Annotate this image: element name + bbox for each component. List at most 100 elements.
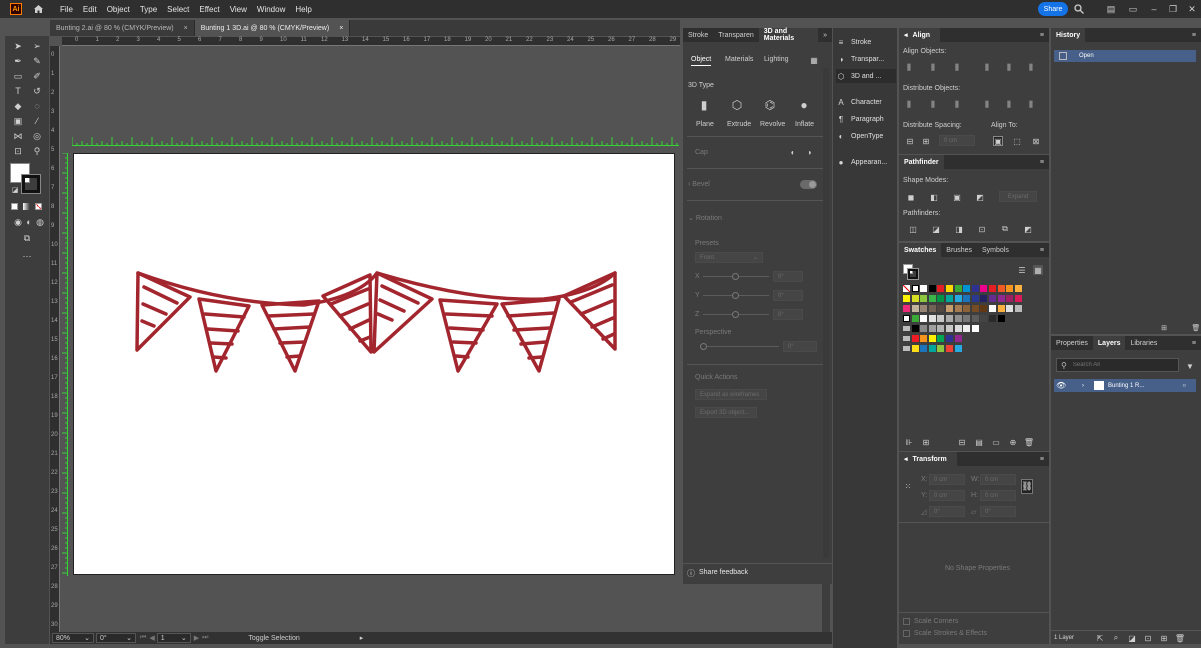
symbol-tool-icon[interactable]: ◎ xyxy=(30,130,44,142)
menu-edit[interactable]: Edit xyxy=(83,5,97,14)
color-swatch[interactable] xyxy=(920,305,928,312)
color-swatch[interactable] xyxy=(911,285,919,292)
color-swatch[interactable] xyxy=(911,325,919,332)
current-tool-status[interactable]: Toggle Selection xyxy=(248,635,299,642)
color-swatch[interactable] xyxy=(989,285,996,292)
bunting-artwork[interactable] xyxy=(74,154,676,576)
merge-icon[interactable]: ◨ xyxy=(954,224,964,234)
scale-corners-checkbox[interactable] xyxy=(903,618,910,625)
color-swatch[interactable] xyxy=(989,305,996,312)
w-field[interactable]: 0 cm xyxy=(980,474,1016,485)
color-swatch[interactable] xyxy=(980,315,988,322)
color-swatch[interactable] xyxy=(946,305,953,312)
color-swatch[interactable] xyxy=(971,295,979,302)
scale-strokes-checkbox[interactable] xyxy=(903,630,910,637)
color-swatch[interactable] xyxy=(1014,305,1022,312)
divide-icon[interactable]: ◫ xyxy=(908,224,918,234)
minus-back-icon[interactable]: ◩ xyxy=(1023,224,1033,234)
minus-front-icon[interactable]: ◧ xyxy=(929,192,939,202)
eyedropper-tool-icon[interactable]: ⁄ xyxy=(30,115,44,127)
color-swatch[interactable] xyxy=(946,285,953,292)
inflate-icon[interactable]: ● xyxy=(799,98,809,112)
y-slider[interactable] xyxy=(703,292,769,299)
layers-search-input[interactable] xyxy=(1072,362,1173,368)
dock-appearance[interactable]: ● Appearan... xyxy=(836,155,896,169)
rotate-field[interactable]: 0° ⌄ xyxy=(96,633,136,643)
color-swatch[interactable] xyxy=(954,345,962,352)
restore-icon[interactable]: ❐ xyxy=(1167,3,1179,15)
artboard-number-field[interactable]: 1 ⌄ xyxy=(156,633,191,643)
dock-paragraph[interactable]: ¶ Paragraph xyxy=(836,112,896,126)
distribute-left-icon[interactable]: ⫼ xyxy=(982,100,992,110)
dock-opentype[interactable]: ◐ OpenType xyxy=(836,129,896,143)
expand-wireframes-button[interactable]: Expand as wireframes xyxy=(695,389,767,400)
color-swatch[interactable] xyxy=(946,315,953,322)
revolve-icon[interactable]: ⌬ xyxy=(765,98,775,112)
color-swatch[interactable] xyxy=(903,305,910,312)
color-swatch[interactable] xyxy=(911,295,919,302)
color-swatch[interactable] xyxy=(928,345,936,352)
blend-tool-icon[interactable]: ⋈ xyxy=(11,130,25,142)
new-color-group-icon[interactable]: ▤ xyxy=(974,437,984,447)
color-swatch[interactable] xyxy=(1006,295,1014,302)
minimize-icon[interactable]: – xyxy=(1148,3,1160,15)
perspective-field[interactable]: 0° xyxy=(783,341,817,352)
color-swatch[interactable] xyxy=(911,315,919,322)
pen-tool-icon[interactable]: ✒ xyxy=(11,55,25,67)
tab-symbols[interactable]: Symbols xyxy=(977,247,1014,254)
menu-file[interactable]: File xyxy=(60,5,73,14)
panel-menu-icon[interactable]: ≡ xyxy=(1187,32,1201,39)
subtab-object[interactable]: Object xyxy=(691,56,712,66)
color-swatch[interactable] xyxy=(911,345,919,352)
dock-character[interactable]: A Character xyxy=(836,95,896,109)
color-swatch[interactable] xyxy=(937,305,945,312)
color-swatch[interactable] xyxy=(1006,285,1014,292)
align-top-icon[interactable]: ⫼ xyxy=(982,63,992,73)
cap-off-icon[interactable]: ◑ xyxy=(804,147,814,157)
distribute-horizontal-space-icon[interactable]: ⊞ xyxy=(921,136,931,146)
grid-view-icon[interactable]: ▦ xyxy=(1033,265,1043,275)
horizontal-ruler[interactable]: 0 1 2 3 4 5 6 7 8 9 10 11 12 13 14 15 16 17 18 19 20 21 22 23 24… xyxy=(62,37,680,46)
expand-button[interactable]: Expand xyxy=(999,191,1037,202)
color-swatch[interactable] xyxy=(971,285,979,292)
trim-icon[interactable]: ◪ xyxy=(931,224,941,234)
delete-state-icon[interactable]: 🗑 xyxy=(1191,323,1201,333)
color-swatch[interactable] xyxy=(963,325,971,332)
zoom-tool-icon[interactable]: ⚲ xyxy=(30,145,44,157)
color-swatch[interactable] xyxy=(911,335,919,342)
color-swatch[interactable] xyxy=(997,285,1005,292)
new-layer-icon[interactable]: ⊞ xyxy=(1159,633,1169,643)
color-swatch[interactable] xyxy=(928,325,936,332)
shear-field[interactable]: 0° xyxy=(980,506,1016,517)
stroke-swatch[interactable] xyxy=(21,174,41,194)
color-swatch[interactable] xyxy=(928,285,936,292)
share-feedback-link[interactable]: Share feedback xyxy=(699,569,748,576)
home-icon[interactable] xyxy=(32,3,44,15)
draw-inside-icon[interactable]: ◍ xyxy=(33,216,47,228)
outline-icon[interactable]: ⧉ xyxy=(1000,224,1010,234)
color-swatch[interactable] xyxy=(920,335,928,342)
color-swatch[interactable] xyxy=(946,325,953,332)
rectangle-tool-icon[interactable]: ▭ xyxy=(11,70,25,82)
selection-tool-icon[interactable]: ➤ xyxy=(11,40,25,52)
list-view-icon[interactable]: ☰ xyxy=(1017,265,1027,275)
tab-3d-materials[interactable]: 3D and Materials xyxy=(758,28,819,42)
folder-icon[interactable]: ▭ xyxy=(991,437,1001,447)
tab-bunting-2[interactable]: Bunting 2.ai @ 80 % (CMYK/Preview) × xyxy=(50,20,195,36)
last-artboard-icon[interactable]: ⏭ xyxy=(202,634,208,642)
color-swatch[interactable] xyxy=(963,285,971,292)
tab-bunting-1-3d[interactable]: Bunting 1 3D.ai @ 80 % (CMYK/Preview) × xyxy=(194,20,351,36)
menu-select[interactable]: Select xyxy=(167,5,189,14)
new-swatch-icon[interactable]: ⊕ xyxy=(1008,437,1018,447)
x-slider[interactable] xyxy=(703,273,769,280)
artboard[interactable] xyxy=(73,153,675,575)
more-tools-icon[interactable]: ⋯ xyxy=(20,250,34,262)
lasso-tool-icon[interactable]: ◌ xyxy=(30,100,44,112)
default-colors-icon[interactable]: ◪ xyxy=(8,184,22,196)
exclude-icon[interactable]: ◩ xyxy=(975,192,985,202)
color-swatch[interactable] xyxy=(920,315,928,322)
panel-menu-icon[interactable]: ≡ xyxy=(1035,159,1049,166)
color-swatch[interactable] xyxy=(954,295,962,302)
color-swatch[interactable] xyxy=(903,326,910,331)
color-swatch[interactable] xyxy=(937,345,945,352)
